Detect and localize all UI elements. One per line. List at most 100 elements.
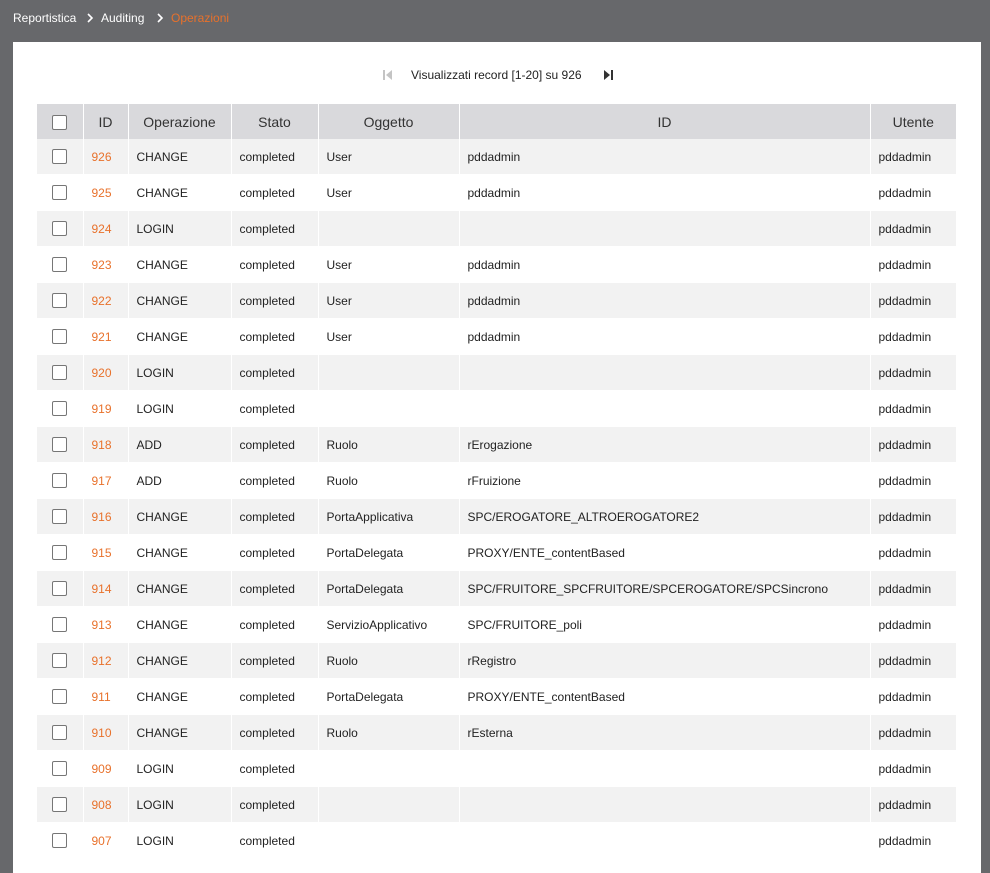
row-operazione: CHANGE bbox=[128, 498, 232, 535]
row-checkbox[interactable] bbox=[52, 797, 68, 813]
row-checkbox[interactable] bbox=[52, 509, 68, 525]
row-select-cell bbox=[37, 534, 84, 571]
row-oggetto: User bbox=[318, 318, 460, 355]
row-checkbox[interactable] bbox=[52, 185, 68, 201]
row-utente: pddadmin bbox=[870, 426, 957, 463]
row-id-link[interactable]: 912 bbox=[83, 642, 129, 679]
row-oggetto-id: rRegistro bbox=[459, 642, 871, 679]
table-row: 920 LOGIN completed pddadmin bbox=[37, 354, 957, 391]
row-utente: pddadmin bbox=[870, 642, 957, 679]
column-header-operazione[interactable]: Operazione bbox=[128, 104, 232, 139]
row-oggetto: PortaDelegata bbox=[318, 678, 460, 715]
row-oggetto-id: PROXY/ENTE_contentBased bbox=[459, 678, 871, 715]
row-checkbox[interactable] bbox=[52, 653, 68, 669]
row-operazione: LOGIN bbox=[128, 390, 232, 427]
row-id-link[interactable]: 911 bbox=[83, 678, 129, 715]
row-id-link[interactable]: 917 bbox=[83, 462, 129, 499]
row-id-link[interactable]: 914 bbox=[83, 570, 129, 607]
row-utente: pddadmin bbox=[870, 174, 957, 211]
row-checkbox[interactable] bbox=[52, 581, 68, 597]
column-header-oggetto-id[interactable]: ID bbox=[459, 104, 871, 139]
row-oggetto: Ruolo bbox=[318, 462, 460, 499]
row-oggetto-id: rFruizione bbox=[459, 462, 871, 499]
row-select-cell bbox=[37, 642, 84, 679]
table-row: 911 CHANGE completed PortaDelegata PROXY/ENT… bbox=[37, 678, 957, 715]
row-id-link[interactable]: 925 bbox=[83, 174, 129, 211]
row-checkbox[interactable] bbox=[52, 401, 68, 417]
row-select-cell bbox=[37, 174, 84, 211]
column-header-utente[interactable]: Utente bbox=[870, 104, 956, 139]
row-stato: completed bbox=[231, 282, 319, 319]
last-page-icon[interactable] bbox=[602, 69, 614, 81]
column-header-stato[interactable]: Stato bbox=[231, 104, 319, 139]
select-all-checkbox[interactable] bbox=[52, 114, 68, 130]
row-id-link[interactable]: 920 bbox=[83, 354, 129, 391]
row-checkbox[interactable] bbox=[52, 293, 68, 309]
row-select-cell bbox=[37, 570, 84, 607]
row-checkbox[interactable] bbox=[52, 365, 68, 381]
table-row: 925 CHANGE completed User pddadmin pddadmin bbox=[37, 174, 957, 211]
row-id-link[interactable]: 924 bbox=[83, 210, 129, 247]
row-operazione: ADD bbox=[128, 426, 232, 463]
row-id-link[interactable]: 913 bbox=[83, 606, 129, 643]
row-operazione: LOGIN bbox=[128, 786, 232, 823]
row-stato: completed bbox=[231, 139, 319, 175]
row-checkbox[interactable] bbox=[52, 617, 68, 633]
row-oggetto: Ruolo bbox=[318, 642, 460, 679]
breadcrumb-item-auditing[interactable]: Auditing bbox=[101, 11, 144, 25]
row-utente: pddadmin bbox=[870, 570, 957, 607]
table-row: 918 ADD completed Ruolo rErogazione pddadmin bbox=[37, 426, 957, 463]
table-row: 912 CHANGE completed Ruolo rRegistro pddadmin bbox=[37, 642, 957, 679]
row-checkbox[interactable] bbox=[52, 329, 68, 345]
row-operazione: CHANGE bbox=[128, 606, 232, 643]
table-row: 919 LOGIN completed pddadmin bbox=[37, 390, 957, 427]
table-row: 924 LOGIN completed pddadmin bbox=[37, 210, 957, 247]
row-oggetto-id: SPC/FRUITORE_poli bbox=[459, 606, 871, 643]
row-oggetto-id: pddadmin bbox=[459, 246, 871, 283]
table-row: 907 LOGIN completed pddadmin bbox=[37, 822, 957, 859]
row-checkbox[interactable] bbox=[52, 221, 68, 237]
column-header-id[interactable]: ID bbox=[83, 104, 129, 139]
row-checkbox[interactable] bbox=[52, 545, 68, 561]
row-stato: completed bbox=[231, 498, 319, 535]
row-oggetto bbox=[318, 750, 460, 787]
row-stato: completed bbox=[231, 606, 319, 643]
row-oggetto: Ruolo bbox=[318, 426, 460, 463]
row-id-link[interactable]: 919 bbox=[83, 390, 129, 427]
row-utente: pddadmin bbox=[870, 282, 957, 319]
row-stato: completed bbox=[231, 426, 319, 463]
row-id-link[interactable]: 923 bbox=[83, 246, 129, 283]
row-operazione: CHANGE bbox=[128, 678, 232, 715]
row-checkbox[interactable] bbox=[52, 725, 68, 741]
row-id-link[interactable]: 926 bbox=[83, 139, 129, 175]
row-id-link[interactable]: 909 bbox=[83, 750, 129, 787]
table-row: 926 CHANGE completed User pddadmin pddadmin bbox=[37, 139, 957, 175]
row-id-link[interactable]: 921 bbox=[83, 318, 129, 355]
row-id-link[interactable]: 910 bbox=[83, 714, 129, 751]
row-checkbox[interactable] bbox=[52, 437, 68, 453]
row-checkbox[interactable] bbox=[52, 149, 68, 165]
row-select-cell bbox=[37, 786, 84, 823]
row-checkbox[interactable] bbox=[52, 761, 68, 777]
row-id-link[interactable]: 922 bbox=[83, 282, 129, 319]
row-select-cell bbox=[37, 498, 84, 535]
row-checkbox[interactable] bbox=[52, 833, 68, 849]
row-checkbox[interactable] bbox=[52, 473, 68, 489]
row-stato: completed bbox=[231, 246, 319, 283]
row-id-link[interactable]: 908 bbox=[83, 786, 129, 823]
row-utente: pddadmin bbox=[870, 606, 957, 643]
row-oggetto-id: pddadmin bbox=[459, 139, 871, 175]
row-select-cell bbox=[37, 606, 84, 643]
row-stato: completed bbox=[231, 210, 319, 247]
row-oggetto bbox=[318, 822, 460, 859]
audit-operations-table: ID Operazione Stato Oggetto ID Utente 92… bbox=[37, 104, 957, 859]
row-id-link[interactable]: 915 bbox=[83, 534, 129, 571]
row-oggetto: PortaApplicativa bbox=[318, 498, 460, 535]
column-header-oggetto[interactable]: Oggetto bbox=[318, 104, 460, 139]
row-id-link[interactable]: 907 bbox=[83, 822, 129, 859]
row-checkbox[interactable] bbox=[52, 689, 68, 705]
breadcrumb-item-reportistica[interactable]: Reportistica bbox=[13, 11, 76, 25]
row-checkbox[interactable] bbox=[52, 257, 68, 273]
row-id-link[interactable]: 918 bbox=[83, 426, 129, 463]
row-id-link[interactable]: 916 bbox=[83, 498, 129, 535]
